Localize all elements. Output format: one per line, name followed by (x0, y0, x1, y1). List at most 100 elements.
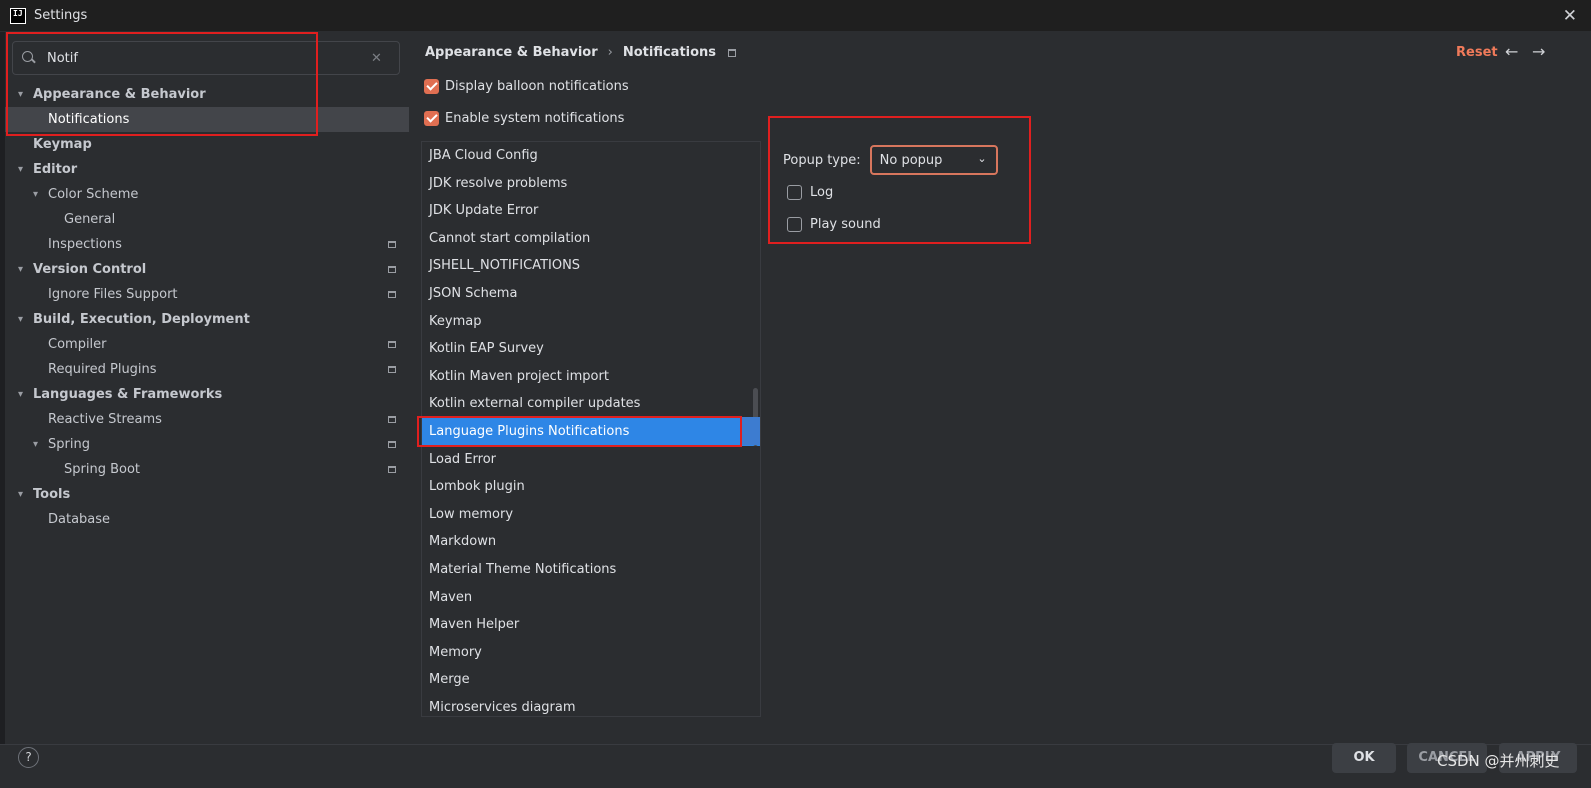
title-bar: IJ Settings ✕ (0, 0, 1591, 32)
list-item[interactable]: Language Plugins Notifications (422, 417, 760, 446)
chevron-down-icon[interactable]: ▾ (18, 482, 23, 507)
tree-item[interactable]: ▾ Version Control (0, 257, 409, 282)
breadcrumb-current: Notifications (622, 45, 717, 60)
popup-type-select[interactable]: No popup ⌄ (869, 145, 998, 175)
checkbox-unchecked-icon[interactable] (787, 185, 802, 200)
tree-item-label: Editor (33, 162, 78, 177)
chevron-down-icon[interactable]: ▾ (18, 307, 23, 332)
tree-item[interactable]: ▾ Tools (0, 482, 409, 507)
chevron-down-icon[interactable]: ▾ (18, 257, 23, 282)
tree-item[interactable]: ▾ Build, Execution, Deployment (0, 307, 409, 332)
checkbox-checked-icon[interactable] (424, 79, 439, 94)
chevron-down-icon[interactable]: ▾ (18, 157, 23, 182)
list-item[interactable]: JSON Schema (422, 280, 760, 308)
window-title: Settings (34, 8, 88, 23)
tree-item[interactable]: Compiler (0, 332, 409, 357)
list-item[interactable]: Kotlin EAP Survey (422, 335, 760, 363)
tree-item-label: Build, Execution, Deployment (33, 312, 250, 327)
tree-item-label: Reactive Streams (48, 412, 162, 427)
project-scope-icon (388, 266, 396, 273)
tree-item-label: Version Control (33, 262, 147, 277)
tree-item[interactable]: Spring Boot (0, 457, 409, 482)
list-item[interactable]: Memory (422, 639, 760, 667)
list-item[interactable]: Kotlin external compiler updates (422, 390, 760, 418)
clear-search-icon[interactable]: ✕ (371, 51, 382, 66)
tree-item-label: Appearance & Behavior (33, 87, 206, 102)
settings-search[interactable]: ✕ (12, 41, 400, 75)
tree-item[interactable]: Required Plugins (0, 357, 409, 382)
tree-item[interactable]: Database (0, 507, 409, 532)
tree-item[interactable]: ▾ Color Scheme (0, 182, 409, 207)
tree-item[interactable]: ▾ Languages & Frameworks (0, 382, 409, 407)
tree-item-label: Tools (33, 487, 71, 502)
list-scroll-highlight (742, 417, 760, 445)
search-icon (21, 50, 37, 66)
tree-item[interactable]: ▾ Editor (0, 157, 409, 182)
chevron-down-icon[interactable]: ▾ (18, 82, 23, 107)
enable-system-checkbox[interactable]: Enable system notifications (424, 111, 624, 126)
search-input[interactable] (47, 50, 367, 66)
back-arrow-icon[interactable]: ← (1505, 42, 1518, 61)
checkbox-checked-icon[interactable] (424, 111, 439, 126)
tree-item[interactable]: ▾ Appearance & Behavior (0, 82, 409, 107)
tree-item[interactable]: General (0, 207, 409, 232)
notification-groups-list[interactable]: JBA Cloud Config JDK resolve problems JDK … (421, 141, 761, 717)
breadcrumb-parent[interactable]: Appearance & Behavior (425, 45, 598, 60)
popup-type-label: Popup type: (783, 152, 861, 168)
project-scope-icon (388, 416, 396, 423)
tree-item-label: Spring (48, 437, 90, 452)
list-item[interactable]: Lombok plugin (422, 473, 760, 501)
list-item[interactable]: JDK resolve problems (422, 170, 760, 198)
breadcrumb: Appearance & Behavior › Notifications (425, 45, 737, 60)
log-checkbox[interactable]: Log (787, 185, 833, 200)
play-sound-checkbox[interactable]: Play sound (787, 217, 881, 232)
chevron-down-icon: ⌄ (977, 152, 987, 165)
project-scope-icon (388, 291, 396, 298)
tree-item-label: General (64, 212, 116, 227)
list-item[interactable]: Low memory (422, 501, 760, 529)
popup-type-value: No popup (879, 152, 943, 168)
chevron-down-icon[interactable]: ▾ (18, 382, 23, 407)
chevron-down-icon[interactable]: ▾ (33, 432, 38, 457)
list-item[interactable]: Cannot start compilation (422, 225, 760, 253)
list-item[interactable]: Kotlin Maven project import (422, 363, 760, 391)
log-label: Log (810, 185, 834, 200)
list-item[interactable]: Markdown (422, 528, 760, 556)
tree-item[interactable]: ▾ Spring (0, 432, 409, 457)
tree-item-label: Compiler (48, 337, 107, 352)
settings-sidebar: ✕ ▾ Appearance & Behavior Notifications Key… (0, 32, 409, 744)
watermark: CSDN @并州刺史 (1437, 752, 1560, 770)
list-item[interactable]: Material Theme Notifications (422, 556, 760, 584)
checkbox-unchecked-icon[interactable] (787, 217, 802, 232)
popup-type-row: Popup type: No popup ⌄ (783, 145, 998, 175)
settings-content: Appearance & Behavior › Notifications Re… (409, 32, 1591, 744)
list-item[interactable]: Keymap (422, 308, 760, 336)
list-item[interactable]: Maven Helper (422, 611, 760, 639)
list-item[interactable]: JBA Cloud Config (422, 142, 760, 170)
tree-item[interactable]: Inspections (0, 232, 409, 257)
reset-link[interactable]: Reset (1456, 45, 1498, 60)
tree-item[interactable]: Keymap (0, 132, 409, 157)
tree-item-label: Inspections (48, 237, 122, 252)
forward-arrow-icon[interactable]: → (1532, 42, 1545, 61)
list-item[interactable]: Microservices diagram (422, 694, 760, 716)
tree-item[interactable]: Notifications (0, 107, 409, 132)
chevron-down-icon[interactable]: ▾ (33, 182, 38, 207)
close-icon[interactable]: ✕ (1563, 6, 1577, 26)
list-item[interactable]: Merge (422, 666, 760, 694)
tree-item-label: Notifications (48, 112, 130, 127)
ok-button[interactable]: OK (1332, 743, 1396, 773)
list-item[interactable]: Load Error (422, 446, 760, 474)
tree-item[interactable]: Ignore Files Support (0, 282, 409, 307)
help-icon[interactable]: ? (18, 747, 39, 768)
project-scope-icon (388, 441, 396, 448)
project-scope-icon (388, 366, 396, 373)
tree-item[interactable]: Reactive Streams (0, 407, 409, 432)
tree-item-label: Ignore Files Support (48, 287, 178, 302)
list-item[interactable]: Maven (422, 584, 760, 612)
list-item[interactable]: JSHELL_NOTIFICATIONS (422, 252, 760, 280)
tree-item-label: Required Plugins (48, 362, 157, 377)
display-balloon-checkbox[interactable]: Display balloon notifications (424, 79, 629, 94)
settings-tree: ▾ Appearance & Behavior Notifications Keyma… (0, 82, 409, 532)
list-item[interactable]: JDK Update Error (422, 197, 760, 225)
